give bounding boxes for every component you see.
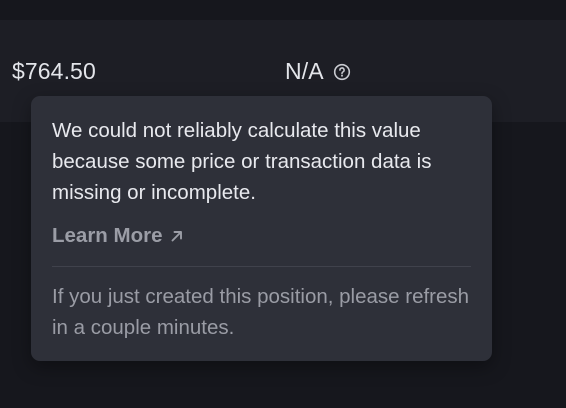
pnl-cell: N/A: [285, 58, 351, 84]
pnl-value: N/A: [285, 58, 324, 84]
learn-more-label: Learn More: [52, 224, 163, 247]
tooltip-note: If you just created this position, pleas…: [52, 285, 470, 339]
price-value: $764.50: [12, 58, 96, 84]
arrow-up-right-icon: [169, 228, 185, 244]
info-tooltip: We could not reliably calculate this val…: [31, 96, 492, 361]
question-circle-icon[interactable]: [333, 63, 351, 81]
tooltip-divider: [52, 266, 471, 267]
learn-more-link[interactable]: Learn More: [52, 223, 185, 249]
tooltip-message: We could not reliably calculate this val…: [52, 119, 432, 204]
